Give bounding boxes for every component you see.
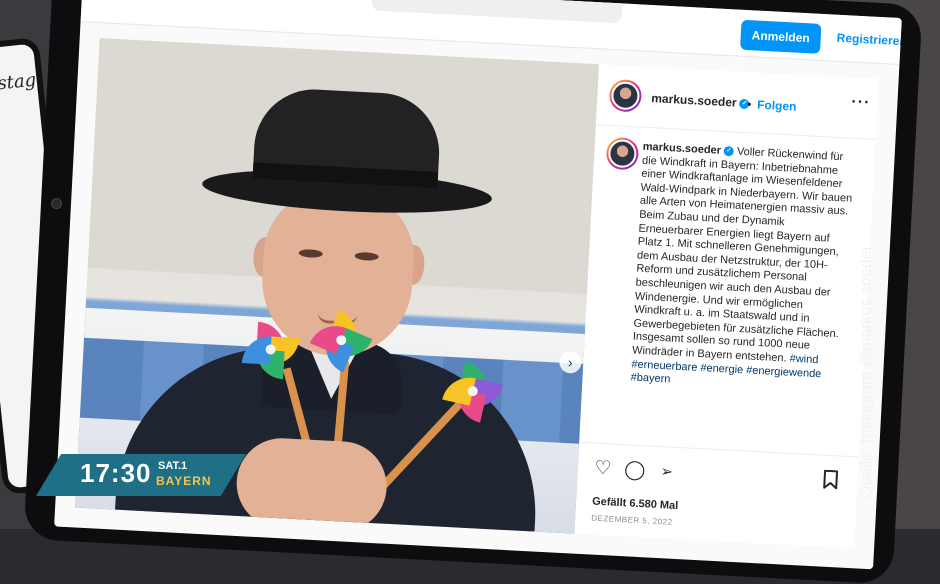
bookmark-icon[interactable] [819,469,842,492]
author-username[interactable]: markus.soeder ✓ [651,91,750,110]
pinwheel-toy [309,309,373,373]
separator-dot: • [746,97,752,112]
author-avatar[interactable] [608,78,643,113]
register-link[interactable]: Registrieren [836,31,901,49]
channel-region: BAYERN [156,474,212,488]
search-bar[interactable] [371,0,623,24]
heart-icon[interactable]: ♡ [591,458,614,481]
like-count[interactable]: Gefällt 6.580 Mal [592,496,679,512]
post-date: DEZEMBER 5, 2022 [591,513,673,527]
verified-badge-icon: ✓ [723,146,735,157]
more-options-icon[interactable]: ··· [851,94,871,113]
caption-text: Voller Rückenwind für die Windkraft in B… [631,145,853,365]
broadcast-time: 17:30 [80,458,152,488]
post-side-panel: markus.soeder ✓ • Folgen ··· markus.soede… [574,64,879,550]
post-caption: markus.soeder ✓ Voller Rückenwind für die… [630,141,855,396]
post-header: markus.soeder ✓ • Folgen ··· [595,64,879,140]
follow-button[interactable]: Folgen [757,98,797,114]
tablet-device: Anmelden Registrieren › markus.soeder ✓ … [23,0,923,584]
photo-hands [234,435,389,534]
login-button[interactable]: Anmelden [740,19,822,54]
tablet-camera [50,197,63,210]
source-credit: Quelle: Instagram @markus.soeder [858,245,875,498]
comment-icon[interactable]: ◯ [623,459,646,482]
caption-avatar[interactable] [605,136,640,171]
share-icon[interactable]: ➢ [655,461,678,484]
pinwheel-toy [442,361,504,423]
pinwheel-toy [241,321,300,380]
background-phone-brand: Instag [0,69,38,97]
post-actions: ♡ ◯ ➢ Gefällt 6.580 Mal DEZEMBER 5, 2022 [574,441,859,550]
channel-name: SAT.1 [158,460,188,472]
